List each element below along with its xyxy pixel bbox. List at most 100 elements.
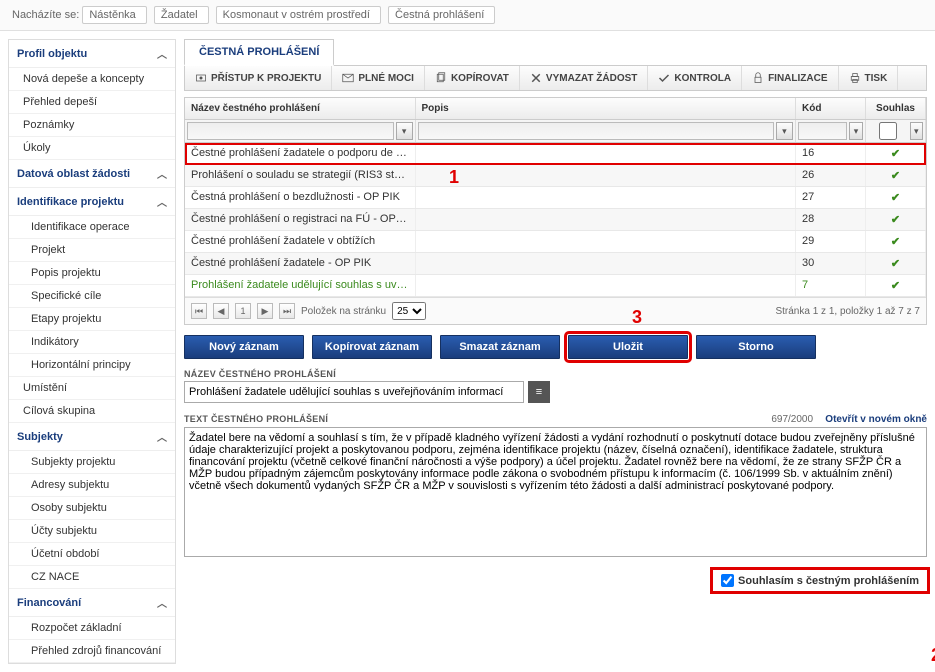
sidebar-item[interactable]: Indikátory: [9, 331, 175, 354]
sidebar-section-profil[interactable]: Profil objektu︿: [9, 40, 175, 68]
sidebar-item[interactable]: Popis projektu: [9, 262, 175, 285]
breadcrumb-item[interactable]: Čestná prohlášení: [388, 6, 495, 24]
grid: Název čestného prohlášení Popis Kód Souh…: [184, 97, 927, 325]
sidebar-section-identifikace[interactable]: Identifikace projektu︿: [9, 188, 175, 216]
sidebar-item[interactable]: Přehled depeší: [9, 91, 175, 114]
sidebar-item[interactable]: Úkoly: [9, 137, 175, 160]
cell-name: Prohlášení žadatele udělující souhlas s …: [185, 275, 416, 296]
col-name[interactable]: Název čestného prohlášení: [185, 98, 416, 119]
table-row[interactable]: Čestné prohlášení žadatele - OP PIK30✔: [185, 253, 926, 275]
sidebar-item[interactable]: Projekt: [9, 239, 175, 262]
sidebar-item[interactable]: CZ NACE: [9, 566, 175, 589]
tb-finalizace[interactable]: FINALIZACE: [742, 66, 838, 90]
cell-ok: ✔: [866, 143, 926, 164]
col-desc[interactable]: Popis: [416, 98, 797, 119]
sidebar-item[interactable]: Horizontální principy: [9, 354, 175, 377]
table-row[interactable]: Prohlášení o souladu se strategií (RIS3 …: [185, 165, 926, 187]
tb-tisk[interactable]: TISK: [839, 66, 899, 90]
new-button[interactable]: Nový záznam: [184, 335, 304, 359]
consent-label: Souhlasím s čestným prohlášením: [738, 575, 919, 587]
sidebar-item[interactable]: Identifikace operace: [9, 216, 175, 239]
copy-button[interactable]: Kopírovat záznam: [312, 335, 432, 359]
filter-icon[interactable]: ▾: [910, 122, 924, 140]
pager-perpage[interactable]: 25: [392, 302, 426, 320]
sidebar-item[interactable]: Poznámky: [9, 114, 175, 137]
sidebar-item[interactable]: Rozpočet základní: [9, 617, 175, 640]
tb-kopirovat[interactable]: KOPÍROVAT: [425, 66, 520, 90]
cell-ok: ✔: [866, 187, 926, 208]
cell-desc: [416, 165, 797, 186]
cell-name: Čestné prohlášení žadatele - OP PIK: [185, 253, 416, 274]
breadcrumb-label: Nacházíte se:: [12, 9, 79, 21]
sidebar-section-subjekty[interactable]: Subjekty︿: [9, 423, 175, 451]
cancel-button[interactable]: Storno: [696, 335, 816, 359]
consent-checkbox[interactable]: [721, 574, 734, 587]
copy-icon: [435, 72, 447, 84]
sidebar-item[interactable]: Subjekty projektu: [9, 451, 175, 474]
lock-icon: [752, 72, 764, 84]
name-input[interactable]: [184, 381, 524, 403]
text-area[interactable]: [184, 427, 927, 557]
tb-plnemoci[interactable]: PLNÉ MOCI: [332, 66, 425, 90]
table-row[interactable]: Čestné prohlášení žadatele v obtížích29✔: [185, 231, 926, 253]
col-code[interactable]: Kód: [796, 98, 866, 119]
tb-kontrola[interactable]: KONTROLA: [648, 66, 742, 90]
open-new-window[interactable]: Otevřít v novém okně: [825, 414, 927, 425]
toolbar: PŘÍSTUP K PROJEKTU PLNÉ MOCI KOPÍROVAT V…: [184, 65, 927, 91]
sidebar-section-financovani[interactable]: Financování︿: [9, 589, 175, 617]
sidebar-section-datova[interactable]: Datová oblast žádosti︿: [9, 160, 175, 188]
pager: ⏮ ◀ 1 ▶ ⏭ Položek na stránku 25 Stránka …: [185, 297, 926, 324]
cell-ok: ✔: [866, 275, 926, 296]
sidebar-item[interactable]: Cílová skupina: [9, 400, 175, 423]
tb-pristup[interactable]: PŘÍSTUP K PROJEKTU: [185, 66, 332, 90]
sidebar-item[interactable]: Adresy subjektu: [9, 474, 175, 497]
filter-code[interactable]: [798, 122, 847, 140]
sidebar-item[interactable]: Etapy projektu: [9, 308, 175, 331]
print-icon: [849, 72, 861, 84]
breadcrumb-item[interactable]: Žadatel: [154, 6, 209, 24]
tab-cestna-prohlaseni[interactable]: ČESTNÁ PROHLÁŠENÍ: [184, 39, 334, 66]
filter-desc[interactable]: [418, 122, 774, 140]
sidebar-item[interactable]: Přehled zdrojů financování: [9, 640, 175, 663]
sidebar-item[interactable]: Specifické cíle: [9, 285, 175, 308]
filter-ok[interactable]: [868, 122, 908, 140]
tb-vymazat[interactable]: VYMAZAT ŽÁDOST: [520, 66, 648, 90]
cell-ok: ✔: [866, 231, 926, 252]
filter-icon[interactable]: ▾: [776, 122, 793, 140]
access-icon: [195, 72, 207, 84]
sidebar-item[interactable]: Umístění: [9, 377, 175, 400]
button-row: Nový záznam Kopírovat záznam Smazat zázn…: [184, 335, 927, 359]
cell-desc: [416, 209, 797, 230]
cell-code: 29: [796, 231, 866, 252]
sidebar-item[interactable]: Účetní období: [9, 543, 175, 566]
delete-button[interactable]: Smazat záznam: [440, 335, 560, 359]
annotation-2: 2: [931, 645, 935, 666]
table-row[interactable]: Čestná prohlášení o bezdlužnosti - OP PI…: [185, 187, 926, 209]
pager-first[interactable]: ⏮: [191, 303, 207, 319]
table-row[interactable]: Čestné prohlášení žadatele o podporu de …: [185, 143, 926, 165]
pager-prev[interactable]: ◀: [213, 303, 229, 319]
cell-code: 7: [796, 275, 866, 296]
pager-info: Stránka 1 z 1, položky 1 až 7 z 7: [775, 306, 920, 317]
sidebar-item[interactable]: Nová depeše a koncepty: [9, 68, 175, 91]
cell-code: 27: [796, 187, 866, 208]
consent-box[interactable]: Souhlasím s čestným prohlášením: [713, 570, 927, 591]
sidebar-item[interactable]: Účty subjektu: [9, 520, 175, 543]
table-row[interactable]: Prohlášení žadatele udělující souhlas s …: [185, 275, 926, 297]
list-icon[interactable]: ≡: [528, 381, 550, 403]
breadcrumb-item[interactable]: Kosmonaut v ostrém prostředí: [216, 6, 381, 24]
col-ok[interactable]: Souhlas: [866, 98, 926, 119]
cell-name: Čestné prohlášení o registraci na FÚ - O…: [185, 209, 416, 230]
pager-last[interactable]: ⏭: [279, 303, 295, 319]
pager-cur: 1: [235, 303, 251, 319]
cell-desc: [416, 275, 797, 296]
breadcrumb-item[interactable]: Nástěnka: [82, 6, 146, 24]
save-button[interactable]: Uložit: [568, 335, 688, 359]
cell-name: Čestné prohlášení žadatele o podporu de …: [185, 143, 416, 164]
sidebar-item[interactable]: Osoby subjektu: [9, 497, 175, 520]
pager-next[interactable]: ▶: [257, 303, 273, 319]
filter-icon[interactable]: ▾: [849, 122, 863, 140]
filter-icon[interactable]: ▾: [396, 122, 413, 140]
filter-name[interactable]: [187, 122, 394, 140]
table-row[interactable]: Čestné prohlášení o registraci na FÚ - O…: [185, 209, 926, 231]
